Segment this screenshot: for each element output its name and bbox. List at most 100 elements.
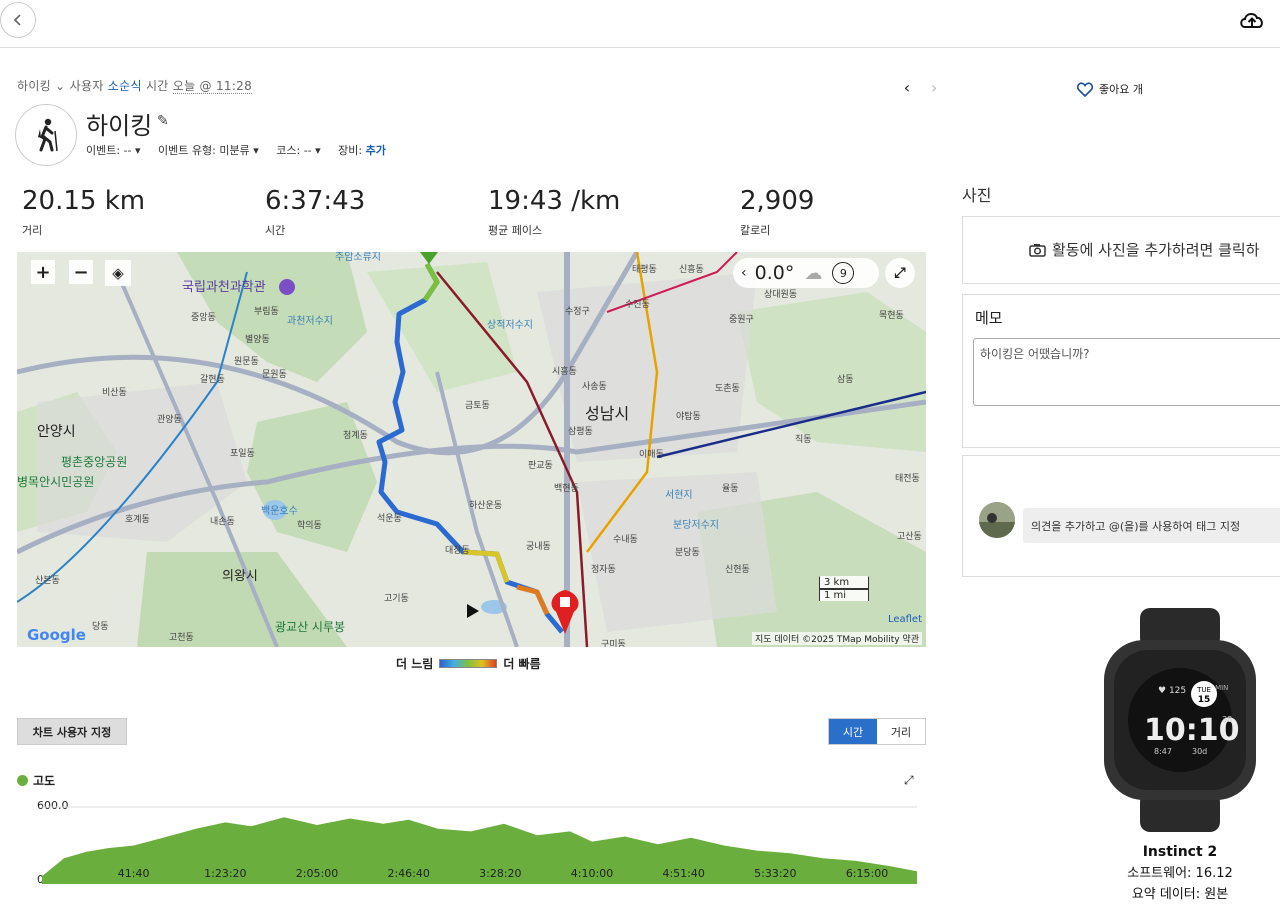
svg-text:관양동: 관양동	[157, 414, 182, 425]
svg-text:호계동: 호계동	[125, 513, 150, 525]
event-dropdown[interactable]: 이벤트: -- ▾	[86, 144, 141, 157]
svg-text:내손동: 내손동	[210, 516, 235, 527]
svg-text:주암소류지: 주암소류지	[335, 252, 381, 263]
svg-text:고기동: 고기동	[384, 593, 409, 604]
heart-icon[interactable]	[1077, 81, 1093, 97]
svg-text:포일동: 포일동	[230, 448, 255, 459]
svg-text:서현지: 서현지	[665, 489, 693, 501]
previous-activity-button[interactable]: ‹	[896, 78, 918, 97]
watch-day: TUE	[1196, 686, 1211, 694]
device-name: Instinct 2	[1142, 844, 1218, 860]
comment-input[interactable]: 의견을 추가하고 @(을)를 사용하여 태그 지정	[1023, 508, 1280, 543]
layers-icon[interactable]: ◈	[105, 260, 131, 286]
temperature: 0.0°	[754, 262, 795, 284]
course-dropdown[interactable]: 코스: -- ▾	[276, 144, 320, 157]
breadcrumb-user-link[interactable]: 소순식	[108, 79, 142, 93]
activity-title: 하이킹	[86, 112, 153, 140]
watch-seconds: 38	[1222, 715, 1232, 724]
svg-text:목현동: 목현동	[879, 310, 904, 321]
map-base: 국립과천과학관 안양시 평촌중앙공원 병목안시민공원 의왕시 광교산 시루봉 성…	[17, 252, 926, 647]
customize-chart-button[interactable]: 차트 사용자 지정	[17, 718, 127, 745]
route-map[interactable]: 국립과천과학관 안양시 평촌중앙공원 병목안시민공원 의왕시 광교산 시루봉 성…	[17, 252, 926, 647]
activity-nav: ‹ ›	[896, 78, 945, 97]
svg-text:신흥동: 신흥동	[679, 263, 704, 275]
edit-title-icon[interactable]: ✎	[157, 113, 169, 129]
zoom-out-button[interactable]: −	[69, 260, 93, 284]
legend-label: 고도	[33, 774, 56, 788]
x-tick-label: 1:23:20	[204, 867, 247, 880]
svg-text:야탑동: 야탑동	[676, 410, 701, 422]
stat-distance: 20.15 km 거리	[22, 186, 145, 238]
svg-text:태전동: 태전동	[895, 473, 920, 484]
x-tick-label: 4:10:00	[570, 867, 614, 880]
svg-text:시흥동: 시흥동	[552, 365, 577, 377]
svg-text:수진동: 수진동	[625, 299, 650, 310]
svg-text:백운호수: 백운호수	[261, 505, 298, 517]
breadcrumb: 하이킹 ⌄ 사용자 소순식 시간 오늘 @ 11:28	[17, 77, 253, 94]
svg-text:갈현동: 갈현동	[200, 374, 225, 385]
event-type-dropdown[interactable]: 이벤트 유형: 미분류 ▾	[158, 144, 259, 157]
chevron-down-icon[interactable]: ⌄	[55, 79, 69, 93]
next-activity-button[interactable]: ›	[923, 78, 945, 97]
svg-text:율동: 율동	[722, 483, 739, 494]
legend-slow: 더 느림	[396, 657, 434, 671]
zoom-in-button[interactable]: +	[31, 260, 55, 284]
cloud-upload-icon[interactable]	[1238, 8, 1266, 32]
camera-icon	[1029, 243, 1046, 257]
svg-text:국립과천과학관: 국립과천과학관	[182, 280, 266, 295]
chevron-left-icon	[13, 14, 21, 26]
like-control[interactable]: 좋아요 개	[1077, 81, 1143, 97]
x-axis-ticks: 41:40 1:23:20 2:05:00 2:46:40 3:28:20 4:10:00…	[0, 867, 920, 881]
top-bar	[0, 0, 1280, 48]
back-button[interactable]	[0, 2, 36, 38]
svg-text:수정구: 수정구	[565, 306, 590, 317]
map-scale: 3 km 1 mi	[819, 576, 869, 601]
svg-text:구미동: 구미동	[601, 639, 626, 647]
stat-value: 2,909	[740, 186, 815, 216]
svg-text:판교동: 판교동	[528, 460, 553, 471]
course-label: 코스: --	[276, 144, 312, 157]
comment-card: 의견을 추가하고 @(을)를 사용하여 태그 지정	[962, 455, 1280, 577]
stat-value: 20.15 km	[22, 186, 146, 216]
svg-text:신현동: 신현동	[725, 564, 750, 575]
x-tick-label: 3:28:20	[479, 867, 522, 880]
expand-chart-icon[interactable]: ⤢	[904, 773, 914, 788]
elevation-legend[interactable]: 고도	[17, 772, 55, 789]
stat-value: 6:37:43	[265, 186, 366, 216]
weather-prev-icon[interactable]: ‹	[741, 265, 747, 281]
svg-text:삼평동: 삼평동	[568, 426, 593, 437]
svg-text:사송동: 사송동	[582, 381, 607, 392]
breadcrumb-activity[interactable]: 하이킹	[17, 79, 51, 93]
svg-text:도촌동: 도촌동	[715, 383, 740, 394]
x-tick-label: 6:15:00	[845, 867, 889, 880]
memo-title: 메모	[975, 309, 1003, 327]
breadcrumb-time-value: 오늘 @ 11:28	[172, 79, 253, 94]
time-tab[interactable]: 시간	[829, 719, 877, 744]
activity-meta: 이벤트: -- ▾ 이벤트 유형: 미분류 ▾ 코스: -- ▾ 장비: 추가	[86, 142, 400, 158]
x-tick-label: 5:33:20	[754, 867, 797, 880]
svg-text:이매동: 이매동	[639, 449, 664, 460]
event-label: 이벤트: --	[86, 144, 132, 157]
weather-widget[interactable]: ‹ 0.0° ☁ 9	[733, 258, 879, 288]
memo-textarea[interactable]: 하이킹은 어땠습니까?	[973, 338, 1280, 406]
leaflet-link[interactable]: Leaflet	[888, 614, 922, 625]
watch-alarm: 8:47	[1154, 747, 1172, 756]
add-photo-button[interactable]: 활동에 사진을 추가하려면 클릭하	[1029, 239, 1260, 260]
svg-text:당동: 당동	[92, 621, 109, 632]
hiker-icon	[38, 118, 58, 152]
add-gear-link[interactable]: 추가	[366, 144, 386, 157]
gear-label: 장비:	[338, 144, 363, 157]
device-software: 소프트웨어: 16.12	[1127, 866, 1233, 881]
x-tick-label: 2:46:40	[387, 867, 430, 880]
add-photo-card[interactable]: 활동에 사진을 추가하려면 클릭하	[962, 216, 1280, 284]
svg-text:학의동: 학의동	[297, 520, 322, 531]
fullscreen-icon[interactable]: ⤢	[885, 258, 915, 288]
stat-pace: 19:43 /km 평균 페이스	[488, 186, 620, 238]
google-logo: Google	[27, 626, 86, 644]
distance-tab[interactable]: 거리	[877, 719, 925, 744]
stat-label: 칼로리	[740, 224, 771, 237]
device-summary: 요약 데이터: 원본	[1131, 887, 1229, 902]
svg-text:궁내동: 궁내동	[526, 541, 551, 552]
user-photo	[979, 502, 1015, 538]
svg-text:석운동: 석운동	[377, 513, 402, 524]
